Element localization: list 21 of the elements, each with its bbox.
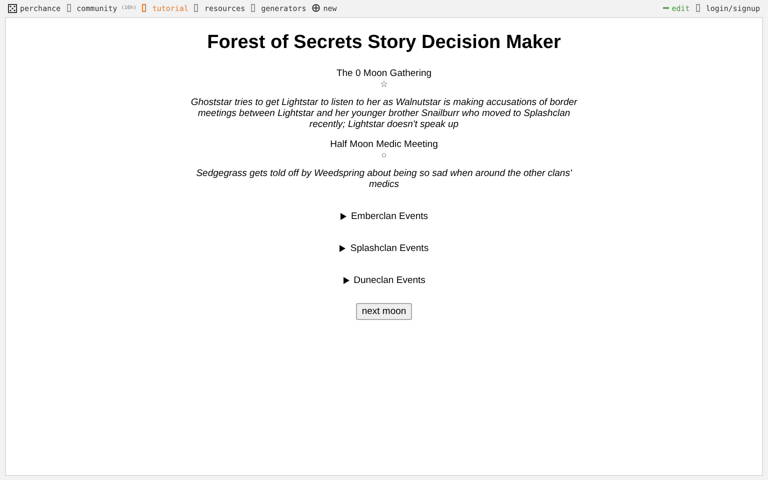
next-moon-button[interactable]: next moon — [356, 303, 412, 320]
separator-icon — [194, 4, 198, 12]
page-title: Forest of Secrets Story Decision Maker — [207, 32, 561, 54]
triangle-icon — [339, 244, 346, 252]
triangle-icon — [342, 276, 350, 284]
event-symbol: ○ — [381, 150, 387, 161]
section-toggle[interactable]: Duneclan Events — [342, 269, 426, 291]
event-symbol: ☆ — [380, 79, 388, 90]
event-description: Sedgegrass gets told off by Weedspring about being so sad when around the other clans' medics — [195, 168, 573, 190]
triangle-icon — [340, 212, 347, 220]
separator-icon — [142, 4, 146, 12]
separator-icon — [251, 4, 256, 12]
event-heading: Half Moon Medic Meeting — [330, 139, 438, 150]
add-icon — [312, 4, 320, 12]
separator-icon — [696, 4, 700, 12]
dice-icon — [8, 4, 17, 12]
separator-icon — [66, 4, 71, 12]
event-description: Ghoststar tries to get Lightstar to listen to her as Walnutstar is making accusations of border meetings between Lightstar and her younger brother Snailburr who moved to Splashclan recently; Lightstar doesn't speak up — [190, 97, 578, 130]
section-toggle[interactable]: Emberclan Events — [340, 205, 428, 227]
section-toggle[interactable]: Splashclan Events — [339, 237, 429, 259]
event-heading: The 0 Moon Gathering — [336, 68, 432, 79]
